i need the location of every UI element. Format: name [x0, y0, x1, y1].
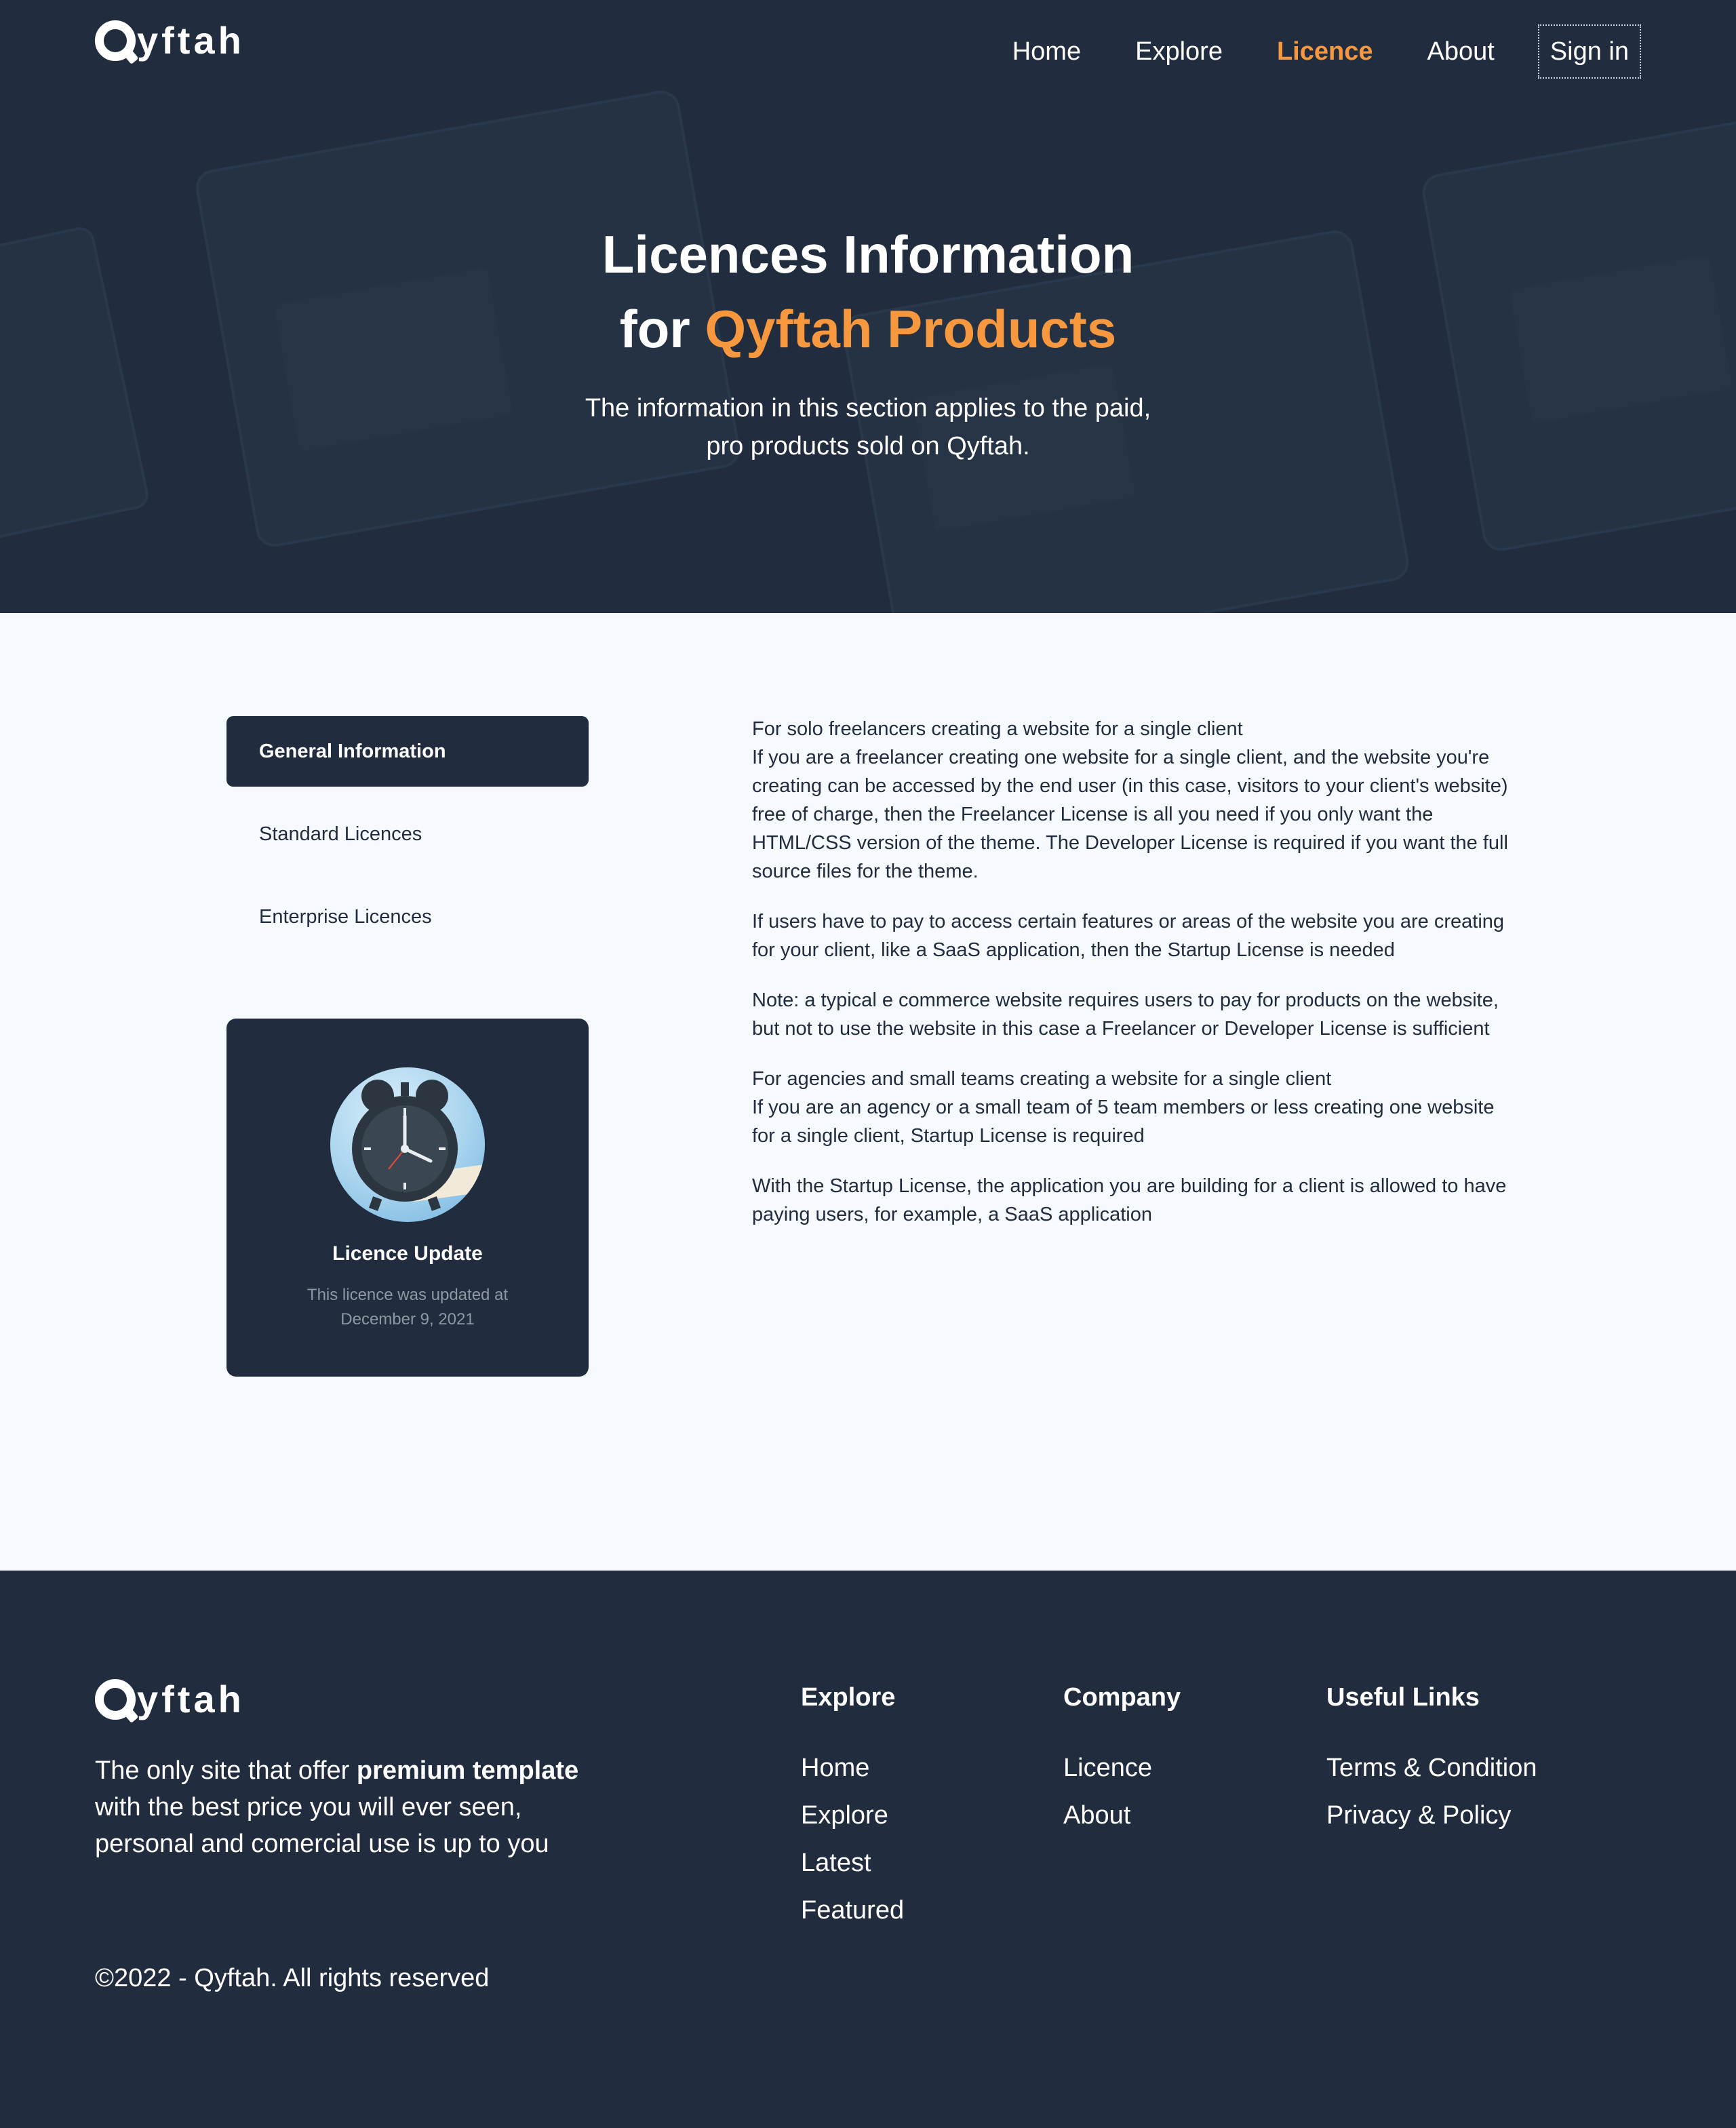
- footer-link-home[interactable]: Home: [801, 1751, 904, 1785]
- footer-link-terms[interactable]: Terms & Condition: [1326, 1751, 1537, 1785]
- footer-desc-bold: premium template: [356, 1756, 579, 1785]
- update-card-title: Licence Update: [332, 1242, 483, 1265]
- paragraph-startup-license: With the Startup License, the applicatio…: [752, 1175, 1507, 1225]
- sign-in-button[interactable]: Sign in: [1537, 24, 1641, 79]
- brand-name: yftah: [137, 19, 245, 62]
- nav-link-licence[interactable]: Licence: [1277, 35, 1373, 68]
- paragraph-ecommerce-note: Note: a typical e commerce website requi…: [752, 989, 1499, 1040]
- footer-column-title: Company: [1063, 1683, 1181, 1712]
- licence-content-section: General Information Standard Licences En…: [0, 613, 1736, 1571]
- footer-link-latest[interactable]: Latest: [801, 1846, 904, 1880]
- title-line-2-accent: Qyftah Products: [705, 299, 1117, 359]
- paragraph-agencies: For agencies and small teams creating a …: [752, 1068, 1495, 1147]
- subtitle-line-2: pro products sold on Qyftah.: [706, 432, 1030, 460]
- footer-link-featured[interactable]: Featured: [801, 1893, 904, 1927]
- licence-tabs: General Information Standard Licences En…: [226, 716, 589, 964]
- footer-description: The only site that offer premium templat…: [95, 1752, 583, 1862]
- copyright: ©2022 - Qyftah. All rights reserved: [95, 1964, 490, 1992]
- alarm-clock-image: [330, 1067, 485, 1222]
- update-card-date: December 9, 2021: [340, 1310, 475, 1328]
- footer-column-useful-links: Useful Links Terms & Condition Privacy &…: [1326, 1680, 1537, 1846]
- nav-link-about[interactable]: About: [1427, 35, 1494, 68]
- nav-link-explore[interactable]: Explore: [1135, 35, 1223, 68]
- footer-column-title: Explore: [801, 1683, 896, 1712]
- title-line-1: Licences Information: [601, 224, 1135, 284]
- tab-standard-licences[interactable]: Standard Licences: [226, 799, 589, 869]
- logo-q-icon: [95, 20, 136, 61]
- footer-link-about[interactable]: About: [1063, 1798, 1181, 1832]
- paragraph-freelancers: For solo freelancers creating a website …: [752, 718, 1508, 882]
- update-card-text: This licence was updated at December 9, …: [267, 1283, 548, 1332]
- nav-link-home[interactable]: Home: [1012, 35, 1081, 68]
- footer-brand-logo[interactable]: yftah: [95, 1679, 245, 1720]
- brand-logo[interactable]: yftah: [95, 20, 245, 61]
- footer-column-company: Company Licence About: [1063, 1680, 1181, 1846]
- page-title: Licences Information for Qyftah Products: [0, 217, 1736, 366]
- footer-desc-part-1: The only site that offer: [95, 1756, 357, 1785]
- footer-column-title: Useful Links: [1326, 1683, 1480, 1712]
- subtitle-line-1: The information in this section applies …: [585, 394, 1151, 422]
- footer-logo-q-icon: [95, 1679, 136, 1720]
- footer-column-explore: Explore Home Explore Latest Featured: [801, 1680, 904, 1941]
- alarm-clock-icon: [352, 1080, 485, 1211]
- tab-general-information[interactable]: General Information: [226, 716, 589, 787]
- footer-desc-part-2: with the best price you will ever seen, …: [95, 1793, 549, 1858]
- paragraph-paying-users: If users have to pay to access certain f…: [752, 911, 1505, 961]
- top-navigation: yftah Home Explore Licence About Sign in: [0, 0, 1736, 83]
- nav-links: Home Explore Licence About Sign in: [958, 24, 1641, 79]
- site-footer: yftah The only site that offer premium t…: [0, 1571, 1736, 2128]
- footer-link-licence[interactable]: Licence: [1063, 1751, 1181, 1785]
- footer-brand-name: yftah: [137, 1678, 245, 1720]
- page-subtitle: The information in this section applies …: [0, 389, 1736, 465]
- footer-link-privacy[interactable]: Privacy & Policy: [1326, 1798, 1537, 1832]
- hero-header: yftah Home Explore Licence About Sign in…: [0, 0, 1736, 613]
- footer-link-explore[interactable]: Explore: [801, 1798, 904, 1832]
- update-card-text-line-1: This licence was updated at: [307, 1286, 509, 1304]
- licence-update-card: Licence Update This licence was updated …: [226, 1019, 589, 1377]
- title-line-2-prefix: for: [619, 299, 690, 359]
- licence-information-text: For solo freelancers creating a website …: [752, 715, 1510, 1250]
- tab-enterprise-licences[interactable]: Enterprise Licences: [226, 882, 589, 952]
